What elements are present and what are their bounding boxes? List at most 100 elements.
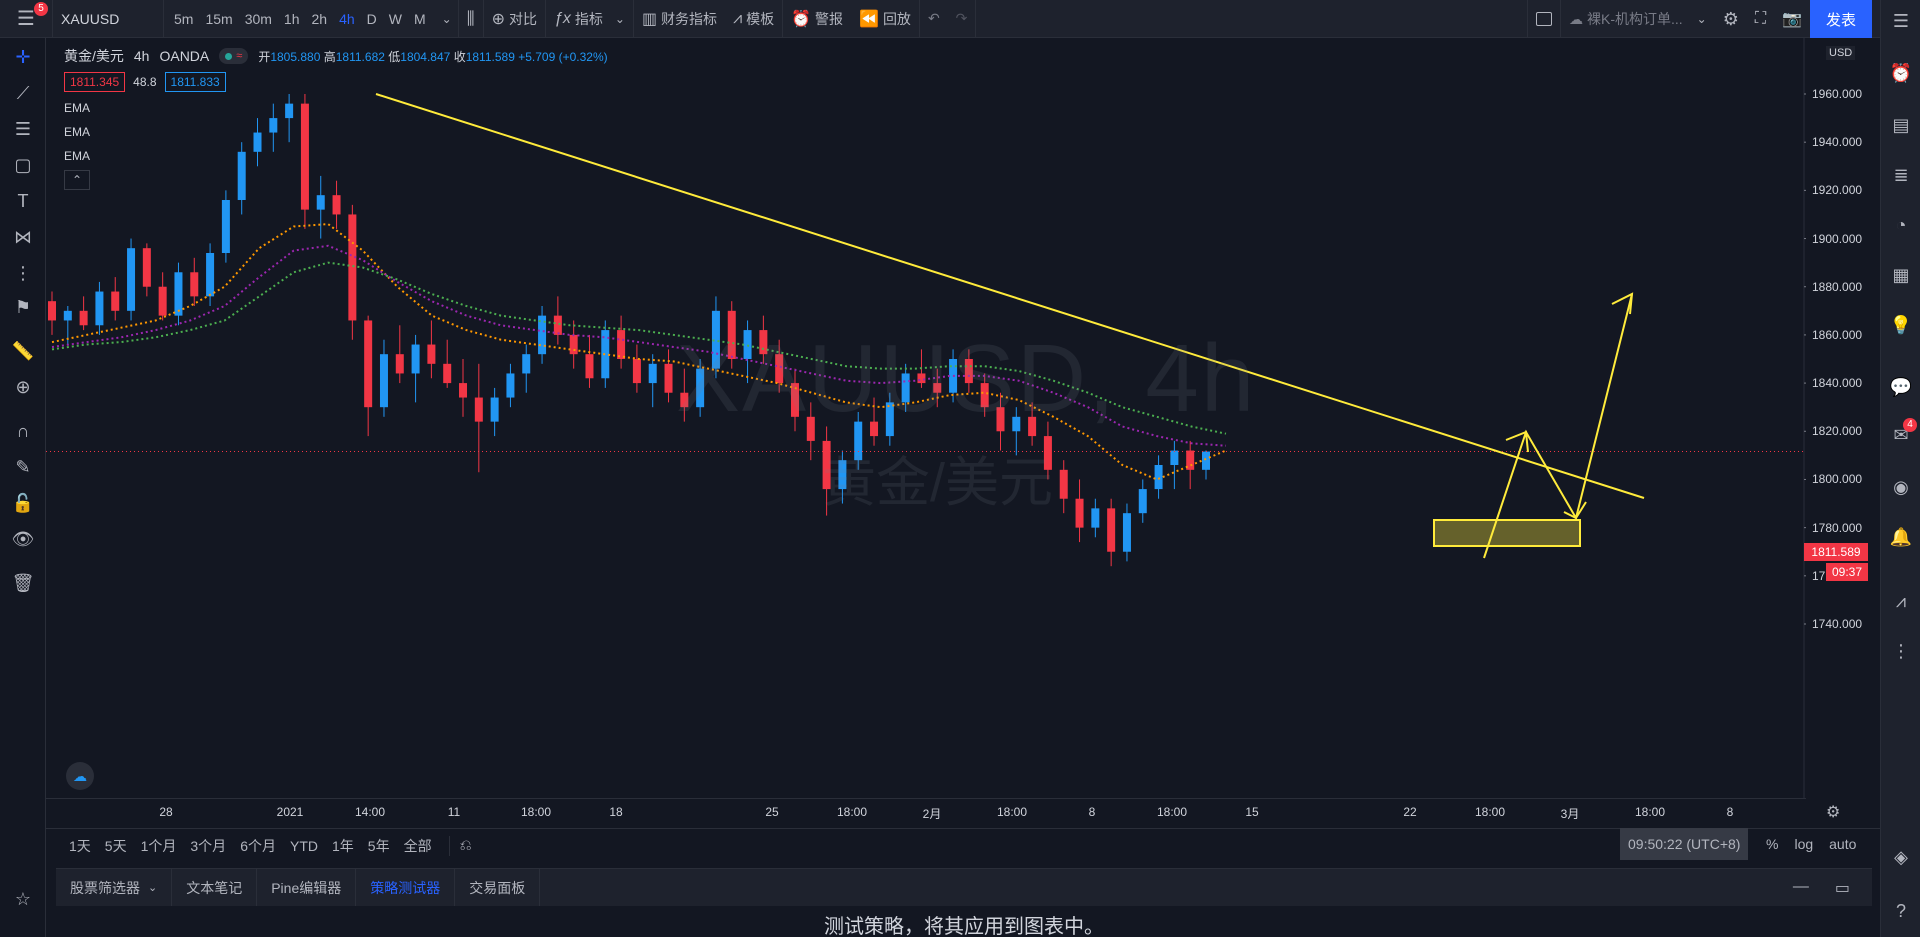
candle-body bbox=[221, 200, 230, 253]
tab-stock-screener[interactable]: 股票筛选器 ⌄ bbox=[56, 868, 173, 907]
redo-button[interactable]: ↷ bbox=[948, 0, 976, 38]
tradingview-logo[interactable]: ☁ bbox=[66, 762, 94, 790]
replay-button[interactable]: ⏪ 回放 bbox=[851, 0, 919, 38]
tab-label: 策略测试器 bbox=[370, 879, 441, 896]
alerts-button[interactable]: ⏰ 警报 bbox=[783, 0, 851, 38]
range-button[interactable]: 全部 bbox=[397, 836, 439, 856]
chevron-down-icon[interactable]: ⌄ bbox=[436, 12, 458, 26]
date-range-icon[interactable]: ⎌ bbox=[460, 837, 472, 854]
main-menu-button[interactable]: ☰ 5 bbox=[0, 0, 52, 38]
crosshair-icon[interactable]: ✛ bbox=[12, 46, 34, 68]
candles-icon: ⫼ bbox=[466, 8, 475, 28]
buy-price-button[interactable]: 1811.833 bbox=[164, 72, 226, 92]
symbol-search-button[interactable]: XAUUSD bbox=[53, 0, 163, 38]
legend-main-row: 黄金/美元 4h OANDA ≈ 开1805.880 高1811.682 低18… bbox=[64, 46, 608, 66]
time-axis[interactable]: 28 2021 14:00 11 18:00 18 25 18:00 2月 18:00 8 18:00… bbox=[46, 798, 1806, 826]
range-button[interactable]: YTD bbox=[283, 838, 325, 854]
symbol-title[interactable]: 黄金/美元 bbox=[64, 46, 124, 66]
alarm-icon[interactable]: ⏰ bbox=[1890, 62, 1912, 84]
ideas-icon[interactable]: 💡 bbox=[1890, 314, 1912, 336]
market-open-dot bbox=[225, 52, 233, 60]
timezone-clock[interactable]: 09:50:22 (UTC+8) bbox=[1620, 828, 1749, 860]
zoom-in-icon[interactable]: ⊕ bbox=[12, 376, 34, 398]
candle-body bbox=[1122, 513, 1131, 552]
range-button[interactable]: 6个月 bbox=[233, 836, 283, 856]
log-scale-button[interactable]: log bbox=[1794, 836, 1813, 852]
pattern-tool-icon[interactable]: ⋈ bbox=[12, 226, 34, 248]
chart-type-button[interactable]: ⫼ bbox=[459, 0, 483, 38]
timeframe-D[interactable]: D bbox=[361, 11, 383, 27]
notifications-icon[interactable]: 🔔 bbox=[1890, 526, 1912, 548]
pencil-lock-icon[interactable]: ✎ bbox=[12, 456, 34, 478]
eye-icon[interactable]: 👁 bbox=[12, 528, 35, 550]
trash-icon[interactable]: 🗑 bbox=[12, 572, 35, 594]
watchlist-icon[interactable]: ☰ bbox=[1890, 10, 1912, 32]
rectangle-tool-icon[interactable]: ▢ bbox=[12, 154, 34, 176]
time-tick-label: 2月 bbox=[922, 807, 942, 821]
maximize-icon[interactable]: ▭ bbox=[1835, 878, 1850, 898]
timeframe-5m[interactable]: 5m bbox=[168, 11, 199, 27]
layers-icon[interactable]: ◈ bbox=[1890, 846, 1912, 868]
ema-indicator-label[interactable]: EMA bbox=[64, 120, 608, 144]
data-window-icon[interactable]: ▤ bbox=[1890, 114, 1912, 136]
trend-line-icon[interactable]: ⟋ bbox=[12, 82, 34, 104]
publish-button[interactable]: 发表 bbox=[1810, 0, 1872, 38]
chat-icon[interactable]: 💬 bbox=[1890, 376, 1912, 398]
templates-button[interactable]: ⩘ 模板 bbox=[725, 0, 782, 38]
axis-settings-icon[interactable]: ⚙ bbox=[1826, 802, 1840, 822]
tab-text-notes[interactable]: 文本笔记 bbox=[172, 868, 258, 907]
range-button[interactable]: 1天 bbox=[62, 836, 98, 856]
hotlist-icon[interactable]: ◔ bbox=[1890, 214, 1912, 236]
timeframe-1h[interactable]: 1h bbox=[278, 11, 306, 27]
news-icon[interactable]: ≣ bbox=[1890, 164, 1912, 186]
tab-pine-editor[interactable]: Pine编辑器 bbox=[257, 868, 357, 907]
range-button[interactable]: 5年 bbox=[361, 836, 397, 856]
percent-scale-button[interactable]: % bbox=[1766, 836, 1778, 852]
top-toolbar: ☰ 5 XAUUSD 5m 15m 30m 1h 2h 4h D W M ⌄ ⫼ ⊕ 对比 ƒx 指… bbox=[0, 0, 1920, 38]
undo-button[interactable]: ↶ bbox=[920, 0, 948, 38]
layout-select-button[interactable] bbox=[1528, 0, 1560, 38]
compare-button[interactable]: ⊕ 对比 bbox=[484, 0, 545, 38]
financials-button[interactable]: ▥ 财务指标 bbox=[634, 0, 725, 38]
ruler-icon[interactable]: 📏 bbox=[12, 340, 34, 362]
layout-name-button[interactable]: ☁ 裸K-机构订单... ⌄ bbox=[1561, 0, 1715, 38]
minimize-icon[interactable]: — bbox=[1793, 878, 1809, 898]
timeframe-M[interactable]: M bbox=[408, 11, 432, 27]
dom-icon[interactable]: ⋮ bbox=[1890, 640, 1912, 662]
snapshot-button[interactable]: 📷 bbox=[1774, 0, 1810, 38]
currency-label[interactable]: USD bbox=[1826, 46, 1856, 60]
timeframe-W[interactable]: W bbox=[383, 11, 408, 27]
magnet-icon[interactable]: ∩ bbox=[12, 420, 34, 442]
candle-body bbox=[1170, 450, 1179, 465]
settings-button[interactable]: ⚙ bbox=[1715, 0, 1747, 38]
auto-scale-button[interactable]: auto bbox=[1829, 836, 1856, 852]
prediction-tool-icon[interactable]: ⋮ bbox=[12, 262, 34, 284]
ema-indicator-label[interactable]: EMA bbox=[64, 96, 608, 120]
market-status[interactable]: ≈ bbox=[219, 48, 249, 64]
collapse-legend-button[interactable]: ⌃ bbox=[64, 170, 90, 190]
help-icon[interactable]: ? bbox=[1890, 900, 1912, 922]
text-tool-icon[interactable]: T bbox=[12, 190, 34, 212]
streams-icon[interactable]: ◉ bbox=[1890, 476, 1912, 498]
range-button[interactable]: 5天 bbox=[98, 836, 134, 856]
range-button[interactable]: 1个月 bbox=[134, 836, 184, 856]
lock-icon[interactable]: 🔓 bbox=[12, 492, 34, 514]
range-button[interactable]: 1年 bbox=[325, 836, 361, 856]
timeframe-30m[interactable]: 30m bbox=[239, 11, 278, 27]
range-button[interactable]: 3个月 bbox=[183, 836, 233, 856]
timeframe-15m[interactable]: 15m bbox=[199, 11, 238, 27]
star-icon[interactable]: ☆ bbox=[12, 888, 34, 910]
fullscreen-button[interactable]: ⛶ bbox=[1747, 0, 1774, 38]
timeframe-4h[interactable]: 4h bbox=[333, 11, 361, 27]
indicators-button[interactable]: ƒx 指标 ⌄ bbox=[546, 0, 633, 38]
order-panel-icon[interactable]: ⩘ bbox=[1890, 590, 1912, 612]
tab-strategy-tester[interactable]: 策略测试器 bbox=[356, 868, 456, 907]
icons-tool-icon[interactable]: ⚑ bbox=[12, 296, 34, 318]
fib-retracement-icon[interactable]: ☰ bbox=[12, 118, 34, 140]
tab-trading-panel[interactable]: 交易面板 bbox=[455, 868, 541, 907]
current-price-tag: 1811.589 bbox=[1804, 543, 1868, 561]
sell-price-button[interactable]: 1811.345 bbox=[64, 72, 126, 92]
calendar-icon[interactable]: ▦ bbox=[1890, 264, 1912, 286]
timeframe-2h[interactable]: 2h bbox=[306, 11, 334, 27]
ema-indicator-label[interactable]: EMA bbox=[64, 144, 608, 168]
